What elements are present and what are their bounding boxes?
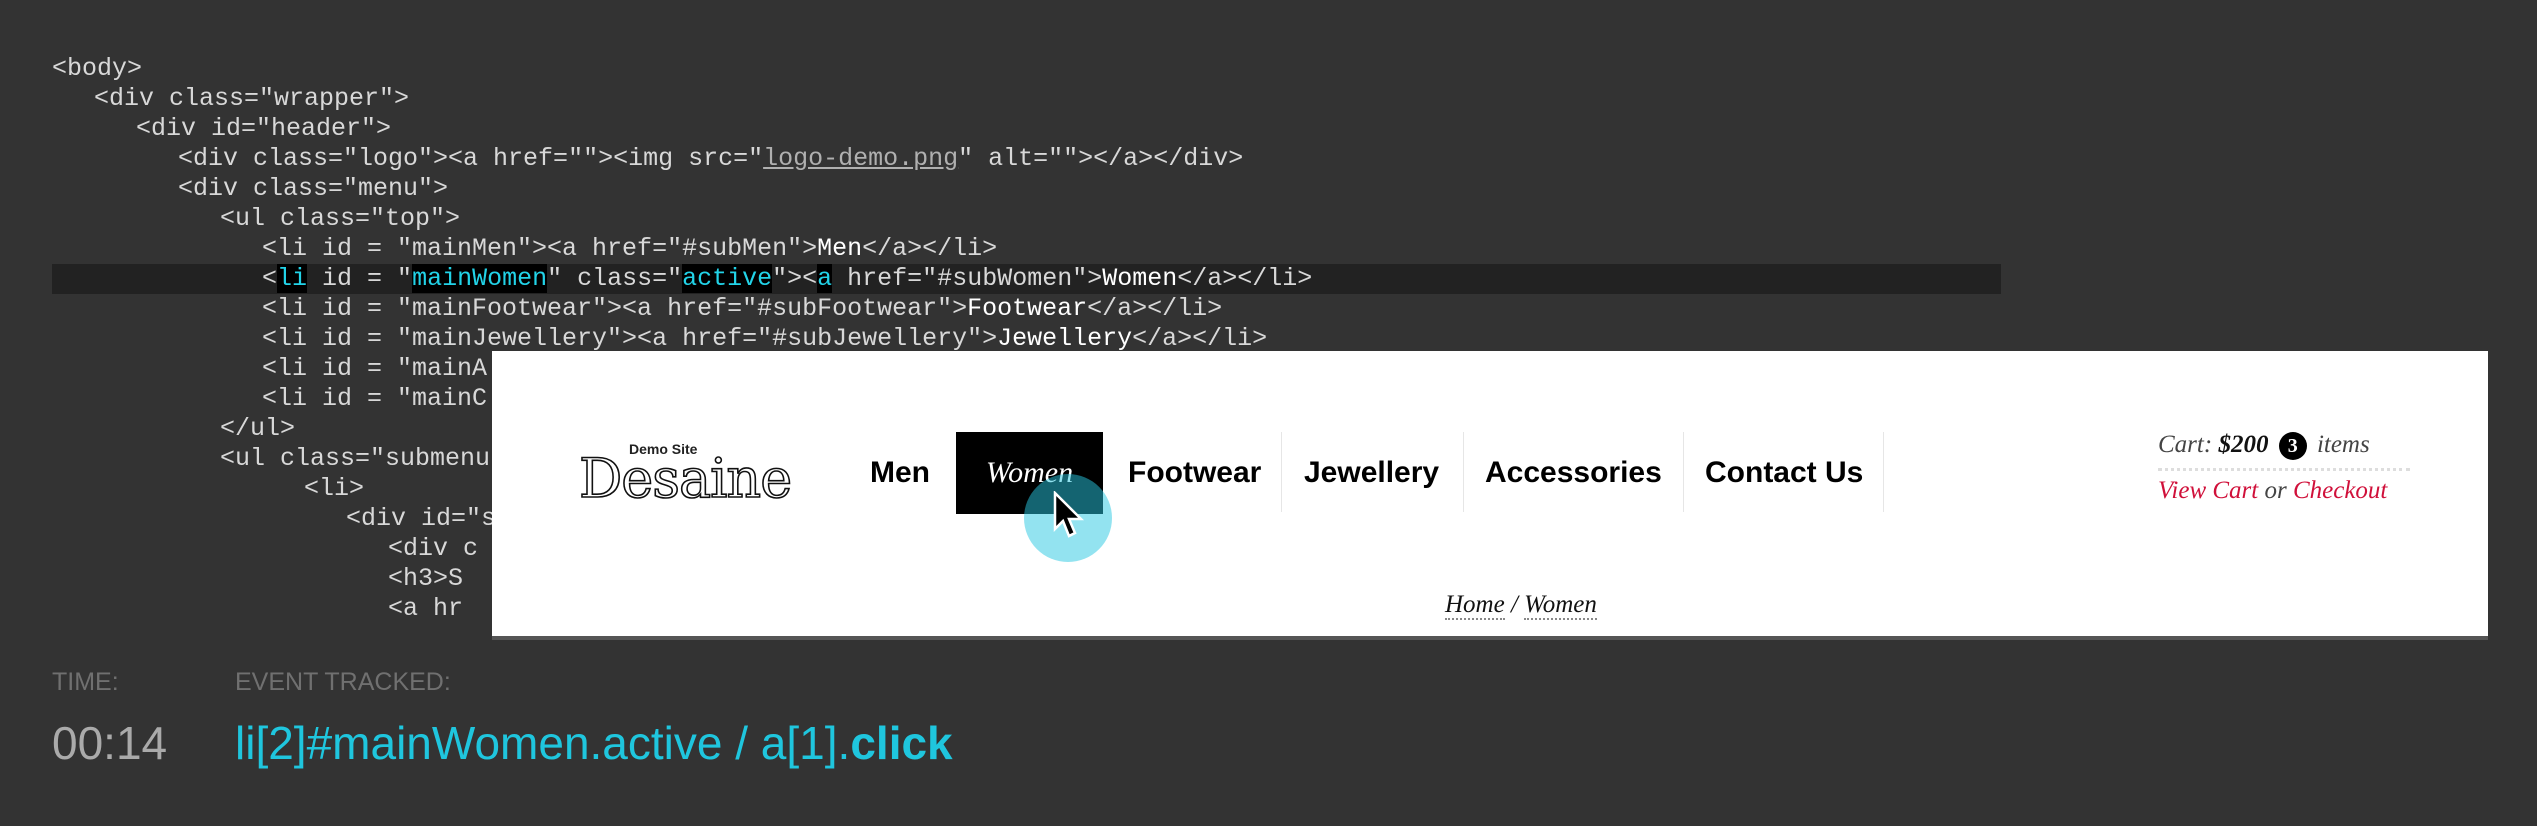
code-line: <div id="header"> [52, 114, 2001, 144]
code-token: <li> [304, 474, 365, 503]
nav-footwear[interactable]: Footwear [1128, 432, 1261, 514]
code-token: logo-demo.png [763, 144, 959, 173]
breadcrumb-current[interactable]: Women [1524, 591, 1597, 620]
code-token: <h3>S [388, 564, 464, 593]
code-token: a [817, 264, 833, 293]
event-tracked-label: EVENT TRACKED: [235, 668, 451, 696]
code-token: " alt=""></a></div> [958, 144, 1244, 173]
cart-or: or [2264, 477, 2287, 504]
code-line: <li id = "mainFootwear"><a href="#subFoo… [52, 294, 2001, 324]
code-token: <div c [388, 534, 479, 563]
checkout-link[interactable]: Checkout [2293, 477, 2387, 504]
code-line: <body> [52, 54, 2001, 84]
code-line: <div class="wrapper"> [52, 84, 2001, 114]
nav-accessories[interactable]: Accessories [1485, 432, 1662, 514]
time-value: 00:14 [52, 717, 168, 769]
event-action: click [850, 717, 953, 769]
website-preview: Demo Site Desaine Men Women Footwear Jew… [492, 351, 2488, 640]
nav-contact-us[interactable]: Contact Us [1705, 432, 1863, 514]
code-token: <body> [52, 54, 143, 83]
code-token: <li id = "mainC [262, 384, 488, 413]
code-line: <div class="menu"> [52, 174, 2001, 204]
code-line: <li id = "mainJewellery"><a href="#subJe… [52, 324, 2001, 354]
code-token: Men [817, 234, 863, 263]
mouse-pointer-icon [1053, 491, 1085, 538]
cart-items-label: items [2316, 431, 2370, 458]
code-token: <div id="s [346, 504, 497, 533]
nav-jewellery[interactable]: Jewellery [1304, 432, 1439, 514]
code-token: Footwear [967, 294, 1088, 323]
nav-divider [1883, 432, 1884, 512]
code-token: </a></li> [1132, 324, 1268, 353]
time-label: TIME: [52, 668, 119, 696]
nav-divider [1463, 432, 1464, 512]
code-line: <li id = "mainMen"><a href="#subMen">Men… [52, 234, 2001, 264]
code-token: </a></li> [1087, 294, 1223, 323]
breadcrumb-separator: / [1510, 591, 1518, 618]
code-token: </ul> [220, 414, 296, 443]
code-token: active [682, 264, 773, 293]
code-token: Jewellery [997, 324, 1133, 353]
breadcrumb-home[interactable]: Home [1445, 591, 1505, 620]
code-token: ">< [772, 264, 818, 293]
code-token: id = " [307, 264, 413, 293]
breadcrumb: Home / Women [1445, 591, 1597, 620]
code-line: <ul class="top"> [52, 204, 2001, 234]
cart-label: Cart: [2158, 431, 2213, 458]
code-token: </a></li> [1177, 264, 1313, 293]
code-token: </a></li> [862, 234, 998, 263]
code-token: <li id = "mainFootwear"><a href="#subFoo… [262, 294, 968, 323]
code-line-highlighted: <li id = "mainWomen" class="active"><a h… [52, 264, 2001, 294]
code-token: <ul class="submenu [220, 444, 491, 473]
code-token: " class=" [547, 264, 683, 293]
event-path: li[2]#mainWomen.active / a[1]. [235, 717, 851, 769]
code-token: <div class="menu"> [178, 174, 449, 203]
cart-links: View Cart or Checkout [2158, 477, 2387, 505]
cart-amount: $200 [2218, 431, 2269, 458]
code-line: <div class="logo"><a href=""><img src="l… [52, 144, 2001, 174]
nav-men[interactable]: Men [870, 432, 930, 514]
code-token: <li id = "mainA [262, 354, 488, 383]
code-token: < [262, 264, 278, 293]
nav-divider [1683, 432, 1684, 512]
cart-summary: Cart: $200 3 items [2158, 431, 2370, 460]
code-token: <ul class="top"> [220, 204, 461, 233]
cart-divider [2158, 468, 2410, 471]
code-token: <a hr [388, 594, 464, 623]
code-token: <div id="header"> [136, 114, 392, 143]
view-cart-link[interactable]: View Cart [2158, 477, 2258, 504]
code-token: <div class="logo"><a href=""><img src=" [178, 144, 764, 173]
cart-count-badge: 3 [2278, 432, 2307, 460]
nav-divider [1281, 432, 1282, 512]
logo-wordmark: Desaine [578, 447, 793, 510]
code-token: li [277, 264, 308, 293]
code-token: <li id = "mainJewellery"><a href="#subJe… [262, 324, 998, 353]
code-token: mainWomen [412, 264, 548, 293]
code-token: Women [1102, 264, 1178, 293]
code-token: href="#subWomen"> [832, 264, 1103, 293]
site-logo[interactable]: Demo Site Desaine [578, 441, 839, 510]
event-value: li[2]#mainWomen.active / a[1].click [235, 716, 953, 770]
code-token: <div class="wrapper"> [94, 84, 410, 113]
code-token: <li id = "mainMen"><a href="#subMen"> [262, 234, 818, 263]
